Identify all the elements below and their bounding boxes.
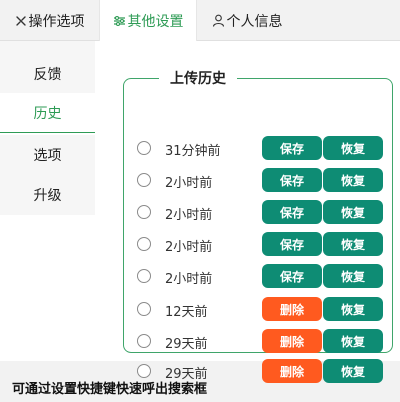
delete-button[interactable]: 删除: [262, 329, 322, 353]
history-row: 29天前 删除 恢复: [124, 326, 394, 358]
history-time: 29天前: [165, 337, 208, 352]
user-icon: [212, 14, 225, 27]
tab-operation-options[interactable]: 操作选项: [0, 0, 99, 41]
history-radio[interactable]: [137, 269, 151, 283]
history-radio[interactable]: [137, 364, 151, 378]
history-row: 2小时前 保存 恢复: [124, 197, 394, 229]
history-time: 2小时前: [165, 272, 213, 287]
tab-label: 个人信息: [226, 13, 283, 30]
delete-button[interactable]: 删除: [262, 297, 322, 321]
delete-button[interactable]: 删除: [262, 359, 322, 383]
side-nav-bottom-spacer: [0, 215, 95, 361]
side-nav-top-spacer: [0, 41, 95, 54]
shortcut-hint: 可通过设置快捷键快速呼出搜索框: [12, 382, 208, 397]
history-radio[interactable]: [137, 141, 151, 155]
upload-history-title: 上传历史: [170, 71, 226, 87]
history-row: 31分钟前 保存 恢复: [124, 133, 394, 165]
save-button[interactable]: 保存: [262, 136, 322, 160]
restore-button[interactable]: 恢复: [323, 136, 383, 160]
top-tab-bar: 操作选项 其他设置 个人信息: [0, 0, 400, 42]
sidebar-item-history[interactable]: 历史: [0, 93, 95, 133]
tab-label: 操作选项: [28, 13, 85, 30]
restore-button[interactable]: 恢复: [323, 329, 383, 353]
history-time: 2小时前: [165, 240, 213, 255]
tab-other-settings[interactable]: 其他设置: [99, 0, 197, 42]
save-button[interactable]: 保存: [262, 200, 322, 224]
history-row: 2小时前 保存 恢复: [124, 261, 394, 293]
history-radio[interactable]: [137, 334, 151, 348]
settings-panel: 反馈 历史 选项 升级 上传历史 31分钟前 保存 恢复 2小时前 保存 恢复 …: [0, 41, 400, 383]
upload-history-group: 上传历史 31分钟前 保存 恢复 2小时前 保存 恢复 2小时前 保存 恢复 2…: [123, 68, 394, 383]
tab-label: 其他设置: [127, 14, 184, 30]
restore-button[interactable]: 恢复: [323, 200, 383, 224]
restore-button[interactable]: 恢复: [323, 297, 383, 321]
history-row: 12天前 删除 恢复: [124, 294, 394, 326]
sidebar-item-feedback[interactable]: 反馈: [0, 54, 95, 94]
sliders-icon: [113, 15, 126, 27]
tab-personal-info[interactable]: 个人信息: [197, 0, 297, 41]
history-row: 2小时前 保存 恢复: [124, 165, 394, 197]
history-radio[interactable]: [137, 237, 151, 251]
restore-button[interactable]: 恢复: [323, 168, 383, 192]
history-time: 2小时前: [165, 176, 213, 191]
history-time: 12天前: [165, 305, 208, 320]
save-button[interactable]: 保存: [262, 168, 322, 192]
history-time: 2小时前: [165, 208, 213, 223]
history-row: 2小时前 保存 恢复: [124, 229, 394, 261]
tools-icon: [15, 15, 27, 27]
history-time: 31分钟前: [165, 144, 221, 159]
restore-button[interactable]: 恢复: [323, 359, 383, 383]
history-radio[interactable]: [137, 173, 151, 187]
side-nav: 反馈 历史 选项 升级: [0, 41, 95, 361]
sidebar-item-upgrade[interactable]: 升级: [0, 175, 95, 215]
sidebar-item-options[interactable]: 选项: [0, 135, 95, 175]
save-button[interactable]: 保存: [262, 232, 322, 256]
history-radio[interactable]: [137, 205, 151, 219]
save-button[interactable]: 保存: [262, 264, 322, 288]
history-radio[interactable]: [137, 302, 151, 316]
restore-button[interactable]: 恢复: [323, 264, 383, 288]
restore-button[interactable]: 恢复: [323, 232, 383, 256]
